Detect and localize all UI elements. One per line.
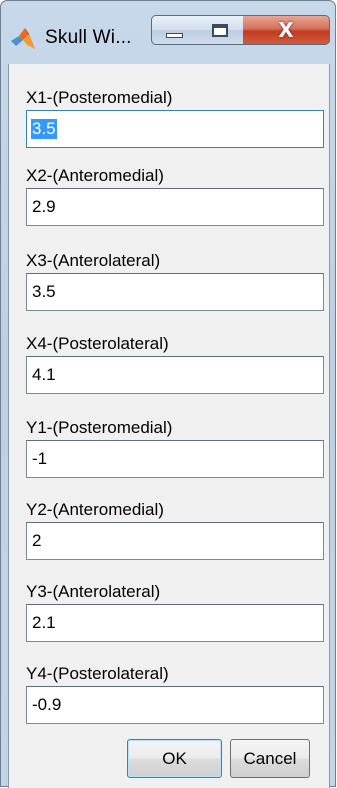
title-bar[interactable]: Skull Wi... X: [1, 1, 335, 59]
y3-value: 2.1: [32, 613, 56, 632]
x2-label: X2-(Anteromedial): [26, 166, 164, 185]
matlab-icon: [11, 28, 35, 49]
maximize-button[interactable]: [197, 15, 244, 45]
dialog-body: X1-(Posteromedial) 3.5 X2-(Anteromedial)…: [8, 64, 330, 788]
y1-value: -1: [32, 449, 48, 468]
close-icon: X: [278, 18, 294, 42]
x1-value: 3.5: [31, 119, 57, 139]
y3-input[interactable]: 2.1: [26, 604, 324, 642]
close-button[interactable]: X: [243, 15, 330, 45]
x1-input[interactable]: 3.5: [26, 110, 324, 148]
y4-label: Y4-(Posterolateral): [26, 664, 169, 683]
ok-button[interactable]: OK: [127, 739, 222, 778]
y2-input[interactable]: 2: [26, 522, 324, 560]
minimize-icon: [166, 32, 183, 38]
x3-value: 3.5: [32, 282, 56, 301]
cancel-button[interactable]: Cancel: [230, 739, 310, 778]
y4-value: -0.9: [32, 695, 62, 714]
x2-value: 2.9: [32, 197, 56, 216]
y3-label: Y3-(Anterolateral): [26, 582, 161, 601]
x3-input[interactable]: 3.5: [26, 273, 324, 311]
y4-input[interactable]: -0.9: [26, 686, 324, 724]
x3-label: X3-(Anterolateral): [26, 251, 161, 270]
x4-input[interactable]: 4.1: [26, 356, 324, 394]
x2-input[interactable]: 2.9: [26, 188, 324, 226]
minimize-button[interactable]: [151, 15, 198, 45]
x4-label: X4-(Posterolateral): [26, 334, 169, 353]
y2-label: Y2-(Anteromedial): [26, 500, 164, 519]
x1-label: X1-(Posteromedial): [26, 88, 173, 107]
x4-value: 4.1: [32, 365, 56, 384]
dialog-window: Skull Wi... X X1-(Posteromedial) 3.5 X2-…: [0, 0, 336, 788]
y1-label: Y1-(Posteromedial): [26, 418, 173, 437]
window-title: Skull Wi...: [45, 27, 132, 48]
maximize-icon: [212, 23, 228, 37]
y2-value: 2: [32, 531, 42, 550]
y1-input[interactable]: -1: [26, 440, 324, 478]
